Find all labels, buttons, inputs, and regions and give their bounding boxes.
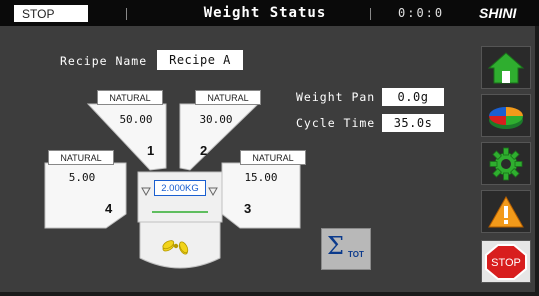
statistics-button[interactable] bbox=[481, 94, 531, 137]
hopper-1-number: 1 bbox=[147, 143, 155, 158]
home-icon bbox=[487, 51, 525, 83]
stop-icon: STOP bbox=[485, 243, 527, 280]
warning-icon bbox=[488, 195, 524, 227]
settings-button[interactable] bbox=[481, 142, 531, 185]
hopper-4-number: 4 bbox=[105, 201, 113, 216]
total-button[interactable]: Σ TOT bbox=[321, 228, 371, 270]
hopper-1-material: NATURAL bbox=[97, 90, 163, 105]
stop-button-label: STOP bbox=[491, 257, 521, 269]
hopper-diagram bbox=[44, 103, 301, 269]
pie-chart-icon bbox=[489, 106, 523, 129]
hopper-1-value: 50.00 bbox=[119, 113, 153, 126]
alarm-button[interactable] bbox=[481, 190, 531, 233]
hopper-2-value: 30.00 bbox=[199, 113, 233, 126]
total-label: TOT bbox=[348, 250, 364, 259]
hopper-4-material: NATURAL bbox=[48, 150, 114, 165]
hopper-2-material: NATURAL bbox=[195, 90, 261, 105]
hopper-3-material: NATURAL bbox=[240, 150, 306, 165]
weight-status-screen: STOP Weight Status 0:0:0 SHINI Recipe Na… bbox=[0, 0, 539, 296]
hopper-3-number: 3 bbox=[244, 201, 252, 216]
hopper-3-value: 15.00 bbox=[244, 171, 278, 184]
scale-reading: 2.000KG bbox=[154, 180, 206, 196]
home-button[interactable] bbox=[481, 46, 531, 89]
sigma-icon: Σ bbox=[327, 232, 344, 260]
hopper-2-number: 2 bbox=[200, 143, 208, 158]
gear-icon bbox=[489, 147, 523, 180]
hopper-4-value: 5.00 bbox=[68, 171, 96, 184]
stop-button[interactable]: STOP bbox=[481, 240, 531, 283]
